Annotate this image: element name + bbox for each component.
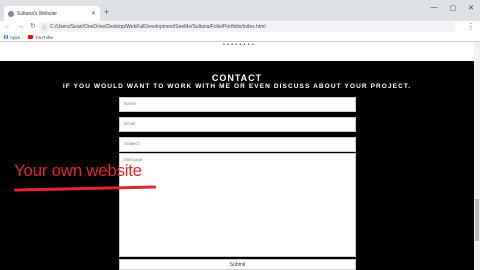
window-controls: — ▢ ✕ [431,4,475,12]
page-scrollbar[interactable] [474,42,480,270]
contact-title: CONTACT [211,73,263,83]
bookmark-youtube[interactable]: YouTube [28,35,53,40]
apps-grid-icon [4,35,8,39]
back-icon[interactable]: ← [4,23,11,31]
favicon-icon [8,10,14,17]
subject-field[interactable]: Subject [119,137,356,152]
close-window-icon[interactable]: ✕ [468,4,474,12]
address-bar-row: ← → ↻ ⓘ C:/Users/Sean/OneDrive/Desktop/W… [0,21,480,33]
maximize-icon[interactable]: ▢ [450,4,457,12]
contact-subtitle: IF YOU WOULD WANT TO WORK WITH ME OR EVE… [62,83,412,90]
url-input[interactable]: ⓘ C:/Users/Sean/OneDrive/Desktop/WebFull… [38,22,456,32]
name-field[interactable]: Name [119,97,356,112]
decorative-dots: • • • • • • • • [223,42,255,48]
bookmark-label: Apps [10,34,21,40]
bookmark-apps[interactable]: Apps [4,35,20,40]
tab-title: Sultana's Website [17,10,57,17]
minimize-icon[interactable]: — [431,4,438,12]
bookmarks-bar: Apps YouTube [0,33,480,42]
scrollbar-thumb[interactable] [475,199,479,241]
submit-button[interactable]: Submit [119,259,356,270]
forward-icon[interactable]: → [17,23,24,31]
browser-tab-strip: Sultana's Website ✕ + — ▢ ✕ [0,0,480,21]
tab-close-icon[interactable]: ✕ [91,10,96,17]
page-top-section: • • • • • • • • [0,42,480,61]
browser-tab[interactable]: Sultana's Website ✕ [4,6,100,21]
browser-menu-icon[interactable]: ⋮ [467,22,475,31]
email-field[interactable]: Email [119,117,356,132]
reload-icon[interactable]: ↻ [30,23,36,31]
new-tab-button[interactable]: + [104,8,109,17]
message-field[interactable]: Message [119,153,356,257]
bookmark-label: YouTube [35,34,53,40]
url-text: C:/Users/Sean/OneDrive/Desktop/WebFullDe… [50,24,266,30]
info-icon[interactable]: ⓘ [42,24,47,31]
overlay-caption: Your own website [14,161,142,180]
youtube-icon [28,35,34,39]
nav-buttons: ← → ↻ [4,23,36,31]
